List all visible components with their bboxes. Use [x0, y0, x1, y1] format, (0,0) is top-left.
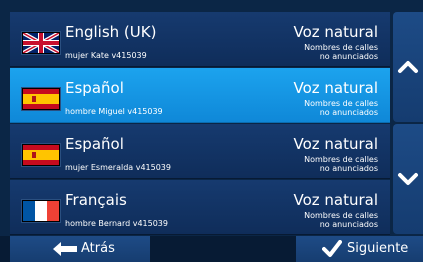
note-line1: Nombres de calles [304, 43, 378, 52]
note-line1: Nombres de calles [304, 211, 378, 220]
chevron-up-icon [398, 61, 418, 73]
spain-flag-icon [22, 144, 60, 166]
language-name: Español [65, 79, 124, 97]
scroll-down-button[interactable] [393, 124, 423, 234]
language-row-francais[interactable]: Français hombre Bernard v415039 Voz natu… [10, 180, 390, 235]
voice-name: mujer Esmeralda v415039 [65, 163, 171, 172]
street-names-note: Nombres de calles no anunciados [268, 155, 378, 173]
voice-language-screen: English (UK) mujer Kate v415039 Voz natu… [0, 0, 423, 262]
voice-mode: Voz natural [293, 191, 378, 209]
back-button[interactable]: Atrás [10, 236, 150, 262]
france-flag-icon [22, 200, 60, 222]
next-label: Siguiente [347, 241, 409, 256]
voice-mode: Voz natural [293, 135, 378, 153]
voice-language-list: English (UK) mujer Kate v415039 Voz natu… [10, 12, 390, 236]
note-line2: no anunciados [319, 164, 378, 173]
voice-mode: Voz natural [293, 23, 378, 41]
voice-name: hombre Miguel v415039 [65, 107, 163, 116]
back-label: Atrás [81, 241, 115, 256]
note-line2: no anunciados [319, 52, 378, 61]
note-line1: Nombres de calles [304, 155, 378, 164]
language-row-espanol-miguel[interactable]: Español hombre Miguel v415039 Voz natura… [10, 68, 390, 123]
note-line2: no anunciados [319, 108, 378, 117]
left-arrow-icon [53, 242, 77, 256]
checkmark-icon [322, 240, 342, 257]
uk-flag-icon [22, 32, 60, 54]
chevron-down-icon [398, 173, 418, 185]
voice-name: mujer Kate v415039 [65, 51, 147, 60]
bottom-bar: Atrás Siguiente [0, 236, 423, 262]
voice-name: hombre Bernard v415039 [65, 219, 168, 228]
language-name: English (UK) [65, 23, 157, 41]
street-names-note: Nombres de calles no anunciados [268, 43, 378, 61]
spain-flag-icon [22, 88, 60, 110]
street-names-note: Nombres de calles no anunciados [268, 211, 378, 229]
voice-mode: Voz natural [293, 79, 378, 97]
language-row-espanol-esmeralda[interactable]: Español mujer Esmeralda v415039 Voz natu… [10, 124, 390, 179]
note-line1: Nombres de calles [304, 99, 378, 108]
language-name: Español [65, 135, 124, 153]
scroll-up-button[interactable] [393, 12, 423, 122]
note-line2: no anunciados [319, 220, 378, 229]
language-name: Français [65, 191, 127, 209]
next-button[interactable]: Siguiente [296, 236, 423, 262]
language-row-english-uk[interactable]: English (UK) mujer Kate v415039 Voz natu… [10, 12, 390, 67]
street-names-note: Nombres de calles no anunciados [268, 99, 378, 117]
